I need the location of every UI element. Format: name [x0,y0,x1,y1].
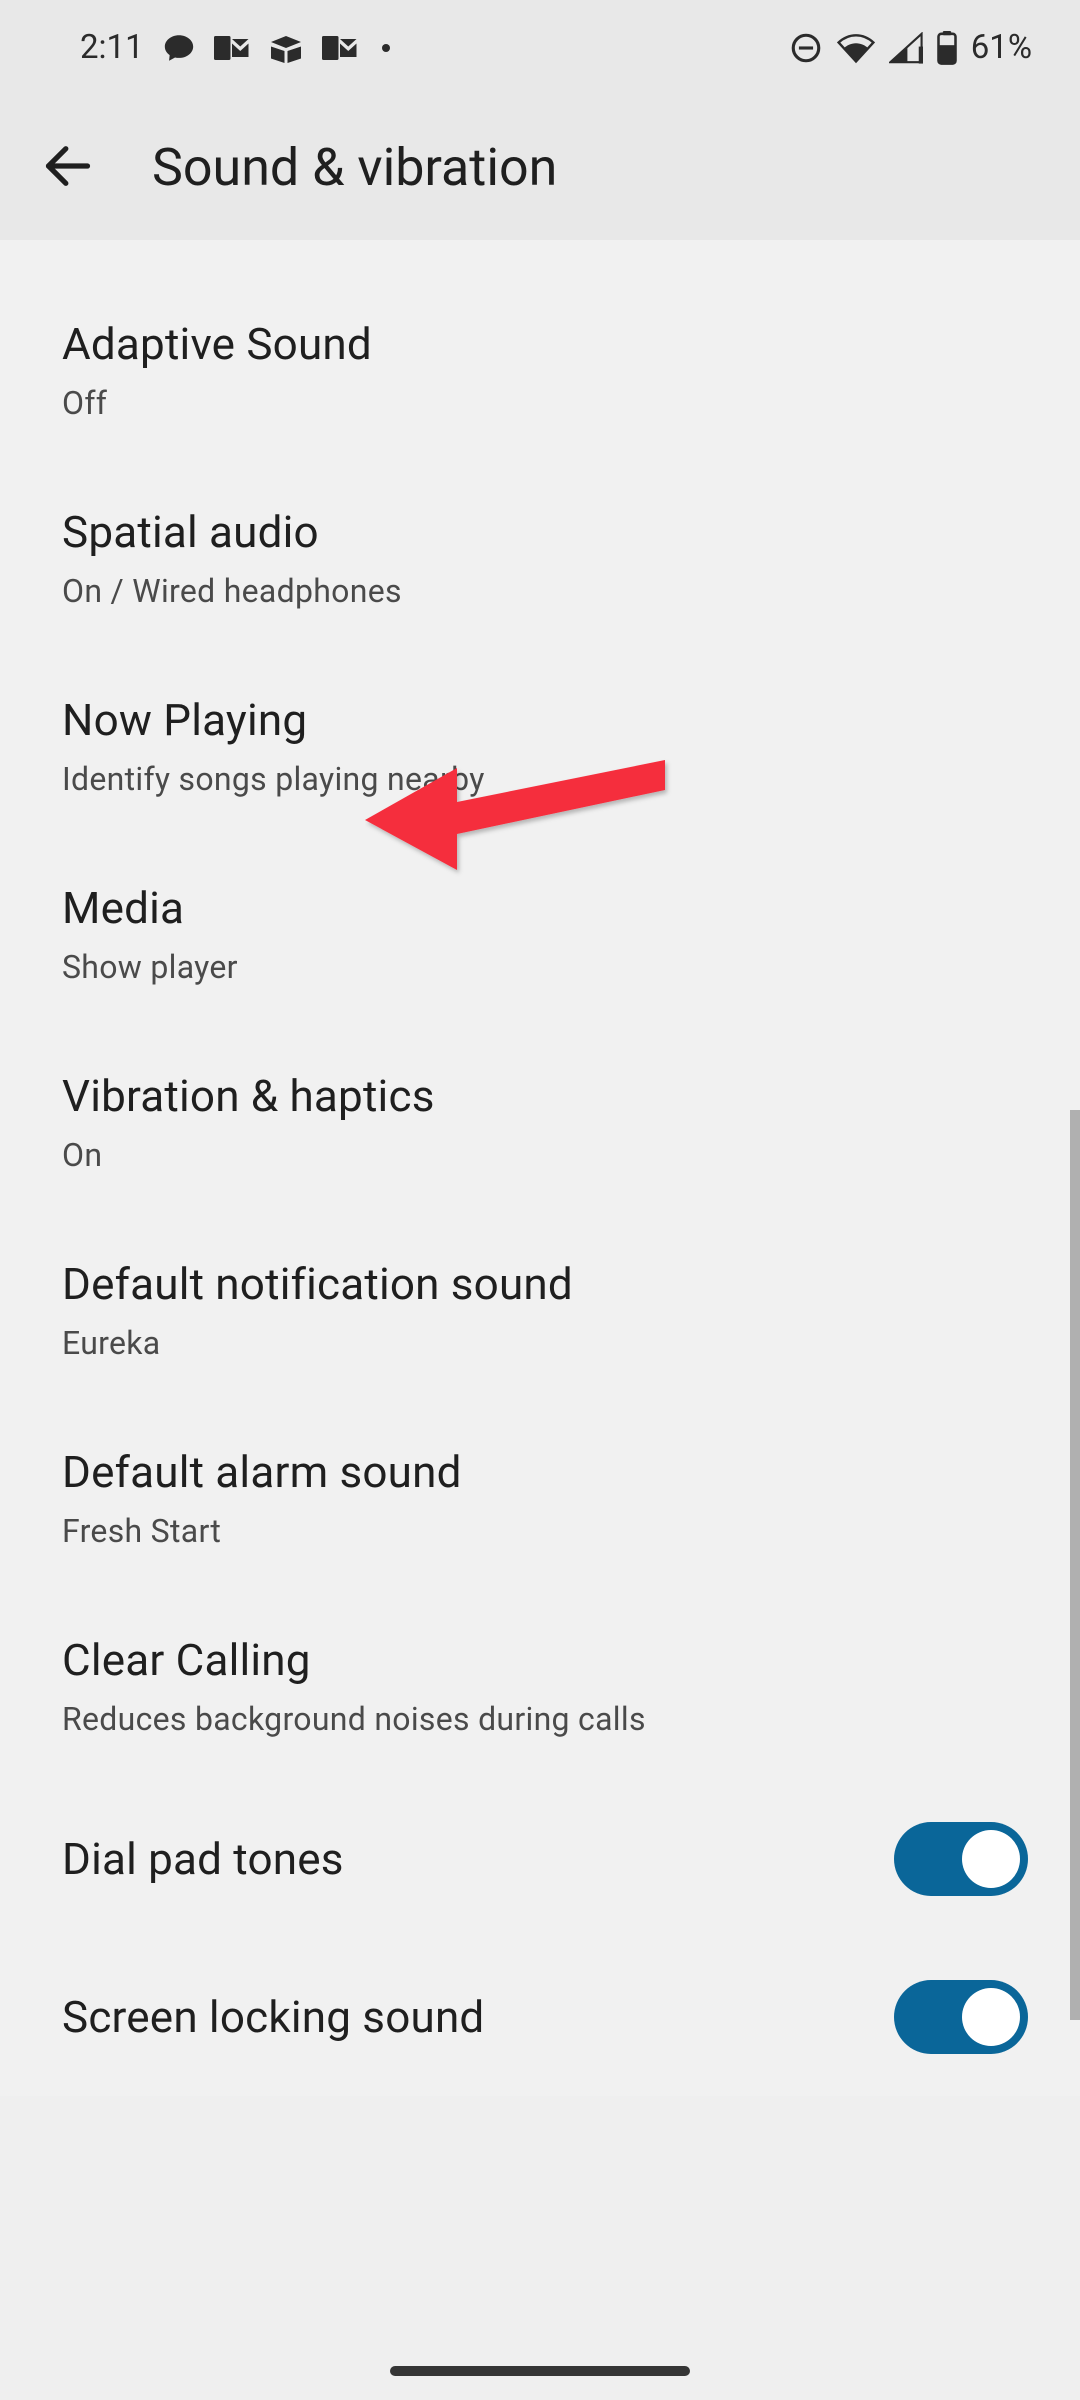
scrollbar[interactable] [1070,1110,1080,2020]
signal-icon [889,32,923,64]
switch-dial-pad-tones[interactable] [894,1822,1028,1896]
status-bar: 2:11 61% [0,0,1080,79]
setting-title: Default notification sound [62,1258,1018,1310]
setting-title: Vibration & haptics [62,1070,1018,1122]
notification-dot-icon [382,44,390,52]
setting-title: Dial pad tones [62,1833,344,1885]
setting-media[interactable]: Media Show player [0,840,1080,1028]
setting-dial-pad-tones[interactable]: Dial pad tones [0,1780,1080,1938]
setting-default-notification-sound[interactable]: Default notification sound Eureka [0,1216,1080,1404]
setting-subtitle: Off [62,384,1018,422]
setting-clear-calling[interactable]: Clear Calling Reduces background noises … [0,1592,1080,1780]
setting-subtitle: Show player [62,948,1018,986]
setting-subtitle: Fresh Start [62,1512,1018,1550]
battery-icon [937,31,957,65]
switch-screen-locking-sound[interactable] [894,1980,1028,2054]
setting-spatial-audio[interactable]: Spatial audio On / Wired headphones [0,464,1080,652]
setting-subtitle: On / Wired headphones [62,572,1018,610]
setting-subtitle: Eureka [62,1324,1018,1362]
battery-percent: 61% [971,28,1032,67]
setting-vibration-haptics[interactable]: Vibration & haptics On [0,1028,1080,1216]
setting-default-alarm-sound[interactable]: Default alarm sound Fresh Start [0,1404,1080,1592]
setting-title: Adaptive Sound [62,318,1018,370]
setting-subtitle: On [62,1136,1018,1174]
page-title: Sound & vibration [152,137,557,198]
status-time: 2:11 [80,28,144,67]
outlook-icon-2 [322,33,358,63]
app-bar: Sound & vibration [0,79,1080,240]
back-button[interactable] [42,140,94,196]
gesture-bar[interactable] [390,2366,690,2376]
settings-list: Adaptive Sound Off Spatial audio On / Wi… [0,240,1080,2096]
setting-title: Now Playing [62,694,1018,746]
switch-thumb [962,1988,1020,2046]
setting-title: Spatial audio [62,506,1018,558]
back-arrow-icon [42,140,94,192]
status-left: 2:11 [80,28,390,67]
wifi-icon [837,32,875,64]
dnd-icon [789,31,823,65]
setting-title: Clear Calling [62,1634,1018,1686]
setting-subtitle: Identify songs playing nearby [62,760,1018,798]
setting-screen-locking-sound[interactable]: Screen locking sound [0,1938,1080,2096]
status-right: 61% [789,28,1032,67]
setting-title: Media [62,882,1018,934]
setting-subtitle: Reduces background noises during calls [62,1700,1018,1738]
box-icon [268,33,304,63]
setting-adaptive-sound[interactable]: Adaptive Sound Off [0,276,1080,464]
chat-icon [162,31,196,65]
setting-title: Default alarm sound [62,1446,1018,1498]
setting-title: Screen locking sound [62,1991,484,2043]
switch-thumb [962,1830,1020,1888]
setting-now-playing[interactable]: Now Playing Identify songs playing nearb… [0,652,1080,840]
outlook-icon [214,33,250,63]
